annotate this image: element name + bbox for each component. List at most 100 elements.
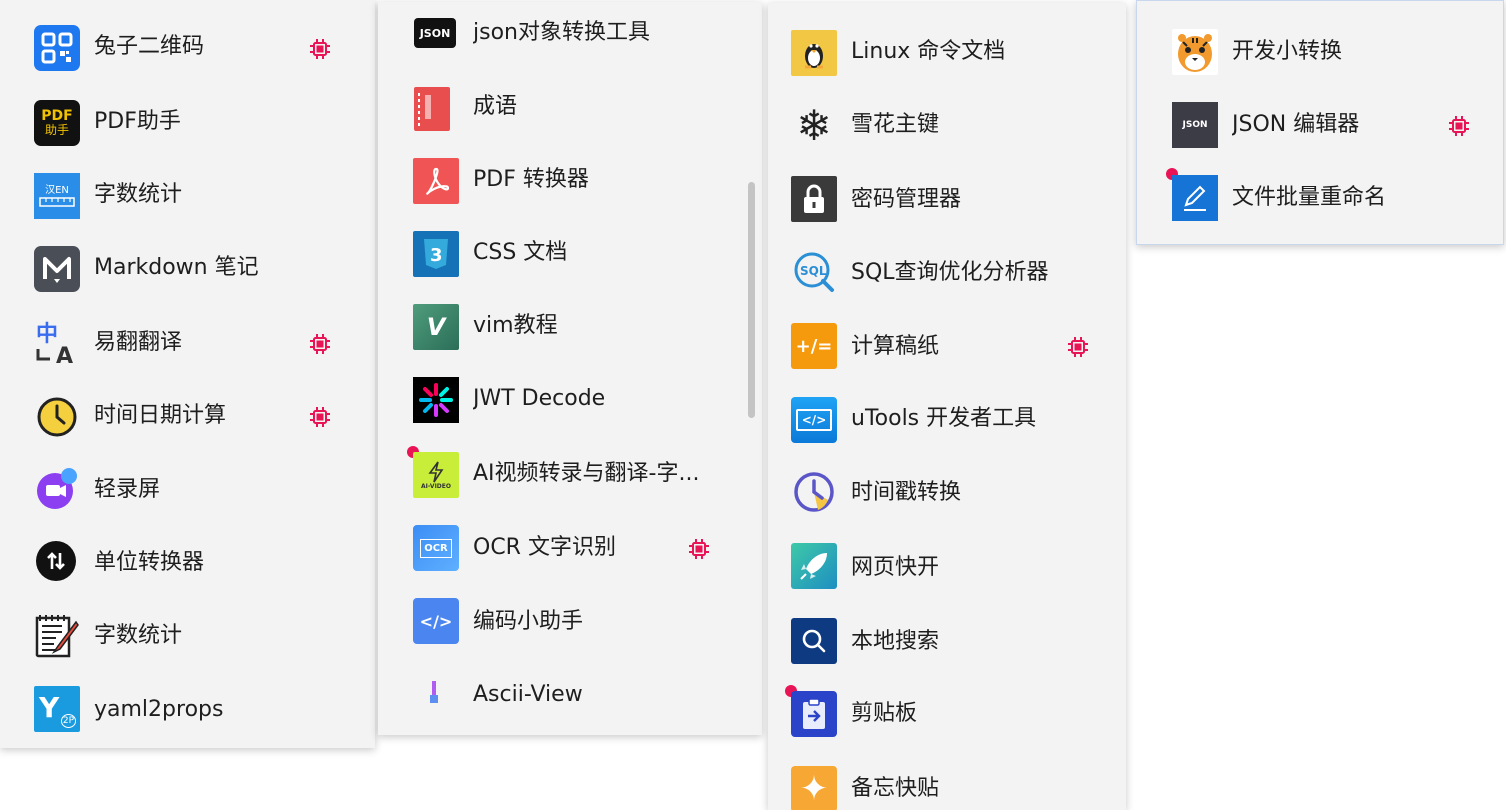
lock-icon	[791, 176, 837, 222]
pdf-helper-icon: PDF 助手	[34, 100, 80, 146]
item-label: 密码管理器	[851, 187, 962, 212]
svg-text:3: 3	[430, 245, 443, 266]
list-item[interactable]: </> 编码小助手	[378, 583, 762, 656]
list-item[interactable]: +/= 计算稿纸	[768, 307, 1126, 380]
item-label: 编码小助手	[473, 609, 584, 634]
chip-icon	[309, 333, 331, 355]
list-item[interactable]: 剪贴板	[768, 673, 1126, 746]
sql-icon: SQL	[791, 249, 837, 295]
vim-icon: V	[413, 304, 459, 350]
item-label: JWT Decode	[473, 386, 606, 411]
list-item[interactable]: 密码管理器	[768, 161, 1126, 234]
item-label: 时间戳转换	[851, 480, 962, 505]
scrollbar-thumb[interactable]	[748, 182, 755, 418]
list-item[interactable]: Linux 命令文档	[768, 15, 1126, 88]
item-label: 开发小转换	[1232, 39, 1343, 64]
list-item[interactable]: V vim教程	[378, 291, 762, 364]
calculator-icon: +/=	[791, 323, 837, 369]
plugin-list-panel-4: 开发小转换 JSON JSON 编辑器 文件批量重命名	[1136, 0, 1504, 245]
item-label: 单位转换器	[94, 550, 205, 575]
item-label: OCR 文字识别	[473, 535, 616, 560]
list-item[interactable]: 3 CSS 文档	[378, 218, 762, 291]
list-item[interactable]: 中A 易翻翻译	[0, 304, 375, 377]
devtools-icon: </>	[791, 397, 837, 443]
rocket-icon	[791, 543, 837, 589]
qr-code-icon	[34, 25, 80, 71]
list-item[interactable]: OCR OCR 文字识别	[378, 510, 762, 583]
plugin-list-panel-2: JSON json对象转换工具 成语 PDF 转换器 3 CSS 文档 V vi…	[378, 2, 762, 735]
list-item[interactable]: 成语	[378, 72, 762, 145]
plugin-list-panel-3: Linux 命令文档 ❄ 雪花主键 密码管理器 SQL SQL查询优化分析器 +…	[768, 3, 1126, 810]
notepad-icon	[34, 612, 80, 658]
item-label: SQL查询优化分析器	[851, 260, 1049, 285]
css3-icon: 3	[413, 231, 459, 277]
chip-icon	[309, 38, 331, 60]
tiger-icon	[1172, 29, 1218, 75]
ocr-icon: OCR	[413, 525, 459, 571]
list-item[interactable]: SQL SQL查询优化分析器	[768, 234, 1126, 307]
code-icon: </>	[413, 598, 459, 644]
list-item[interactable]: JSON JSON 编辑器	[1137, 88, 1503, 161]
list-item[interactable]: PDF 助手 PDF助手	[0, 85, 375, 158]
list-item[interactable]: AI-VIDEO AI视频转录与翻译-字...	[378, 437, 762, 510]
list-item[interactable]: 轻录屏	[0, 451, 375, 524]
list-item[interactable]: Markdown 笔记	[0, 231, 375, 304]
item-label: PDF助手	[94, 109, 181, 134]
item-label: CSS 文档	[473, 240, 568, 265]
list-item[interactable]: 兔子二维码	[0, 12, 375, 85]
svg-text:A: A	[56, 344, 73, 365]
item-label: json对象转换工具	[473, 20, 650, 45]
json-badge-icon: JSON	[414, 18, 456, 48]
item-label: 字数统计	[94, 182, 183, 207]
list-item[interactable]: 字数统计	[0, 597, 375, 670]
star-note-icon: ✦	[791, 766, 837, 810]
list-item[interactable]: ❄ 雪花主键	[768, 88, 1126, 161]
list-item[interactable]: Ascii-View	[378, 656, 762, 729]
linux-icon	[791, 30, 837, 76]
list-item[interactable]: 时间戳转换	[768, 454, 1126, 527]
search-icon	[791, 618, 837, 664]
list-item[interactable]: PDF 转换器	[378, 145, 762, 218]
item-label: 字数统计	[94, 623, 183, 648]
list-item[interactable]: 本地搜索	[768, 600, 1126, 673]
translate-icon: 中A	[34, 319, 80, 365]
pencil-icon	[1172, 175, 1218, 221]
item-label: yaml2props	[94, 697, 224, 722]
list-item[interactable]: JSON json对象转换工具	[378, 2, 762, 72]
svg-text:SQL: SQL	[800, 264, 827, 278]
list-item[interactable]: 单位转换器	[0, 524, 375, 597]
item-label: 时间日期计算	[94, 403, 227, 428]
list-item[interactable]: JWT Decode	[378, 364, 762, 437]
ruler-icon: 汉EN	[34, 173, 80, 219]
item-label: PDF 转换器	[473, 167, 589, 192]
list-item[interactable]: 网页快开	[768, 527, 1126, 600]
acrobat-icon	[413, 158, 459, 204]
item-label: 易翻翻译	[94, 330, 183, 355]
item-label: 成语	[473, 94, 518, 119]
ascii-icon	[426, 678, 442, 706]
list-item[interactable]: 汉EN 字数统计	[0, 158, 375, 231]
list-item[interactable]: </> uTools 开发者工具	[768, 380, 1126, 453]
item-label: 计算稿纸	[851, 334, 940, 359]
jwt-icon	[413, 377, 459, 423]
list-item[interactable]: ✦ 备忘快贴	[768, 746, 1126, 810]
item-label: 网页快开	[851, 555, 940, 580]
list-item[interactable]: 文件批量重命名	[1137, 161, 1503, 234]
item-label: Markdown 笔记	[94, 255, 259, 280]
chip-icon	[309, 406, 331, 428]
chip-icon	[1067, 336, 1089, 358]
plugin-list-panel-1: 兔子二维码 PDF 助手 PDF助手 汉EN 字数统计 Markdown 笔记 …	[0, 0, 375, 748]
item-label: JSON 编辑器	[1232, 112, 1360, 137]
item-label: 雪花主键	[851, 112, 940, 137]
book-icon	[414, 87, 450, 131]
timestamp-icon	[791, 469, 837, 515]
list-item[interactable]: Y 2P yaml2props	[0, 670, 375, 743]
list-item[interactable]: 开发小转换	[1137, 15, 1503, 88]
item-label: vim教程	[473, 313, 558, 338]
item-label: 兔子二维码	[94, 34, 205, 59]
clock-icon	[34, 394, 80, 440]
list-item[interactable]: 时间日期计算	[0, 377, 375, 450]
svg-text:中: 中	[36, 322, 58, 347]
json-editor-icon: JSON	[1172, 102, 1218, 148]
item-label: Linux 命令文档	[851, 39, 1006, 64]
